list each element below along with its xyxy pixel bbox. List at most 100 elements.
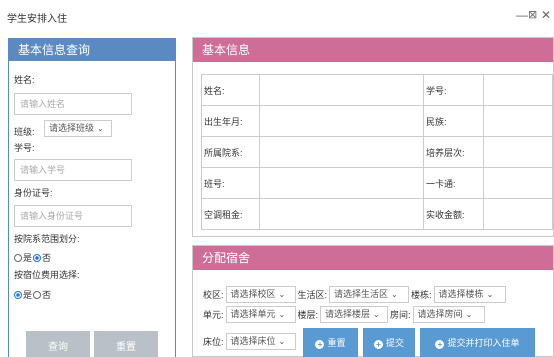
info-value — [258, 198, 425, 230]
info-label: 空调租金: — [201, 198, 260, 230]
by-dept-yes-label: 是 — [23, 253, 33, 263]
campus-label: 校区: — [203, 290, 224, 300]
by-fee-label: 按宿位费用选择: — [14, 270, 80, 280]
by-fee-yes-radio[interactable] — [14, 290, 22, 299]
building-label: 楼栋: — [411, 290, 432, 300]
close-icon[interactable]: ✕ — [541, 7, 551, 23]
id-input[interactable]: 请输入身份证号 — [14, 205, 132, 227]
search-button[interactable]: 查询 — [26, 331, 90, 357]
assign-dorm-panel: 分配宿舍 校区: 请选择校区 ⌄ 生活区: 请选择生活区 ⌄ 楼栋: 请选择楼栋 ⌄ … — [192, 245, 554, 357]
table-row: 班号: 一卡通: — [201, 167, 554, 199]
bed-select-value: 请选择床位 — [230, 336, 276, 346]
class-select-value: 请选择班级 — [49, 123, 95, 133]
class-select[interactable]: 请选择班级 ⌄ — [44, 120, 112, 137]
chevron-down-icon: ⌄ — [278, 290, 286, 299]
query-panel-title: 基本信息查询 — [9, 39, 175, 61]
info-value — [258, 105, 425, 137]
basic-info-table: 姓名: 学号: 出生年月: 民族: 所属院系: 培养层次: 班号: 一卡通: 空… — [201, 74, 554, 230]
area-label: 生活区: — [297, 290, 328, 300]
by-dept-label: 按院系范围划分: — [14, 234, 80, 244]
chevron-down-icon: ⌄ — [97, 124, 104, 133]
info-value — [482, 136, 554, 168]
reset-button[interactable]: 重置 — [94, 331, 158, 357]
plus-icon: + — [373, 340, 383, 349]
maximize-icon[interactable]: ⊠ — [528, 7, 537, 23]
area-select-value: 请选择生活区 — [334, 289, 389, 299]
building-select-value: 请选择楼栋 — [438, 289, 484, 299]
floor-select-value: 请选择楼层 — [325, 309, 371, 319]
window-titlebar: 学生安排入住 — ⊠ ✕ — [0, 0, 554, 32]
basic-info-title: 基本信息 — [193, 38, 553, 62]
room-select-value: 请选择房间 — [417, 309, 463, 319]
unit-label: 单元: — [203, 310, 224, 320]
student-no-input[interactable]: 请输入学号 — [14, 159, 132, 181]
chevron-down-icon: ⌄ — [373, 310, 380, 319]
plus-icon: + — [315, 340, 325, 349]
info-value — [482, 105, 554, 137]
info-label: 姓名: — [201, 74, 260, 106]
floor-label: 楼层: — [297, 310, 319, 320]
info-label: 民族: — [423, 105, 484, 137]
by-dept-no-radio[interactable] — [33, 253, 42, 262]
name-input[interactable]: 请输入姓名 — [14, 93, 132, 115]
basic-info-panel: 基本信息 姓名: 学号: 出生年月: 民族: 所属院系: 培养层次: 班号: 一… — [192, 37, 554, 237]
info-label: 学号: — [423, 74, 484, 106]
plus-icon: + — [435, 340, 445, 349]
submit-print-button[interactable]: + 提交并打印入住单 — [420, 328, 535, 357]
info-value — [482, 198, 554, 230]
chevron-down-icon: ⌄ — [486, 290, 494, 299]
assign-dorm-title: 分配宿舍 — [193, 246, 553, 270]
unit-select-value: 请选择单元 — [230, 309, 276, 319]
minimize-icon[interactable]: — — [516, 7, 528, 23]
info-value — [482, 167, 554, 199]
assign-row-2: 单元: 请选择单元 ⌄ 楼层: 请选择楼层 ⌄ 房间: 请选择房间 ⌄ — [203, 306, 487, 323]
assign-reset-label: 重置 — [327, 338, 346, 348]
chevron-down-icon: ⌄ — [278, 337, 286, 346]
window-title: 学生安排入住 — [7, 14, 67, 25]
room-select[interactable]: 请选择房间 ⌄ — [412, 306, 485, 323]
info-label: 实收金额: — [423, 198, 484, 230]
table-row: 所属院系: 培养层次: — [201, 136, 554, 168]
info-label: 班号: — [201, 167, 260, 199]
info-value — [258, 74, 425, 106]
info-label: 所属院系: — [201, 136, 260, 168]
table-row: 姓名: 学号: — [201, 74, 554, 106]
id-label: 身份证号: — [14, 188, 53, 198]
by-dept-no-label: 否 — [42, 253, 52, 263]
room-label: 房间: — [390, 310, 411, 320]
chevron-down-icon: ⌄ — [278, 310, 286, 319]
name-label: 姓名: — [14, 75, 35, 85]
chevron-down-icon: ⌄ — [391, 290, 398, 299]
info-value — [258, 167, 425, 199]
info-value — [482, 74, 554, 106]
info-label: 培养层次: — [423, 136, 484, 168]
table-row: 空调租金: 实收金额: — [201, 198, 554, 230]
query-panel: 基本信息查询 姓名: 请输入姓名 班级: 请选择班级 ⌄ 学号: 请输入学号 身份… — [8, 38, 176, 357]
info-value — [258, 136, 425, 168]
floor-select[interactable]: 请选择楼层 ⌄ — [320, 306, 389, 323]
assign-reset-button[interactable]: + 重置 — [303, 328, 358, 357]
student-no-label: 学号: — [14, 143, 35, 153]
table-row: 出生年月: 民族: — [201, 105, 554, 137]
by-dept-yes-radio[interactable] — [14, 253, 22, 262]
building-select[interactable]: 请选择楼栋 ⌄ — [433, 286, 506, 303]
class-label: 班级: — [14, 127, 35, 137]
campus-select[interactable]: 请选择校区 ⌄ — [225, 286, 296, 303]
area-select[interactable]: 请选择生活区 ⌄ — [329, 286, 410, 303]
campus-select-value: 请选择校区 — [230, 289, 276, 299]
submit-print-label: 提交并打印入住单 — [447, 338, 520, 348]
submit-label: 提交 — [385, 338, 404, 348]
info-label: 一卡通: — [423, 167, 484, 199]
by-fee-radio-group: 是 否 — [14, 288, 51, 301]
by-fee-yes-label: 是 — [23, 290, 33, 300]
by-dept-radio-group: 是 否 — [14, 251, 51, 264]
by-fee-no-radio[interactable] — [33, 290, 42, 299]
chevron-down-icon: ⌄ — [465, 310, 473, 319]
bed-select[interactable]: 请选择床位 ⌄ — [225, 333, 296, 350]
assign-row-1: 校区: 请选择校区 ⌄ 生活区: 请选择生活区 ⌄ 楼栋: 请选择楼栋 ⌄ — [203, 286, 508, 303]
unit-select[interactable]: 请选择单元 ⌄ — [225, 306, 296, 323]
bed-label: 床位: — [203, 337, 224, 347]
submit-button[interactable]: + 提交 — [363, 328, 415, 357]
assign-row-3: 床位: 请选择床位 ⌄ — [203, 333, 298, 350]
by-fee-no-label: 否 — [42, 290, 52, 300]
